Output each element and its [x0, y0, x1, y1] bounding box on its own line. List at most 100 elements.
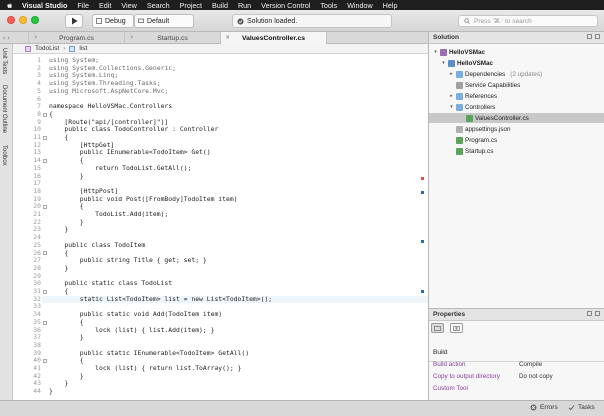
- solution-tree-item[interactable]: ▾ HelloVSMac: [429, 47, 604, 57]
- solution-tree-item[interactable]: Service Capabilities: [429, 80, 604, 90]
- tab-label: ValuesController.cs: [241, 34, 306, 42]
- line-number: 44: [33, 387, 41, 396]
- configuration-selector[interactable]: Debug: [92, 14, 134, 28]
- fold-toggle-icon[interactable]: [43, 289, 47, 294]
- solution-tree-item[interactable]: ▾ Controllers: [429, 102, 604, 112]
- unit-tests-pad-tab[interactable]: Unit Tests: [1, 48, 7, 74]
- code-line[interactable]: static List<TodoItem> list = new List<To…: [49, 295, 272, 304]
- tree-item-label: appsettings.json: [465, 125, 511, 133]
- fold-toggle-icon[interactable]: [43, 158, 47, 163]
- expander-icon[interactable]: ▾: [441, 60, 446, 66]
- tab-startup-cs[interactable]: × Startup.cs: [124, 32, 220, 44]
- code-editor[interactable]: 1 using System; 2 using System.Collections.…: [13, 54, 428, 400]
- play-icon: [71, 17, 77, 25]
- forward-arrow-icon[interactable]: ›: [7, 35, 9, 42]
- menu-project[interactable]: Project: [180, 1, 202, 10]
- code-line[interactable]: namespace HelloVSMac.Controllers: [49, 102, 172, 111]
- close-tab-icon[interactable]: ×: [34, 35, 38, 41]
- minimize-window-button[interactable]: [19, 16, 27, 24]
- pad-options-icon[interactable]: [587, 34, 592, 39]
- status-bar: Errors Tasks: [0, 400, 604, 416]
- menu-run[interactable]: Run: [238, 1, 251, 10]
- breadcrumb-class[interactable]: TodoList: [35, 45, 59, 52]
- fold-toggle-icon[interactable]: [43, 251, 47, 256]
- menu-view[interactable]: View: [121, 1, 136, 10]
- code-line[interactable]: public class TodoController : Controller: [49, 126, 218, 134]
- fold-toggle-icon[interactable]: [43, 359, 47, 364]
- tasks-pad-button[interactable]: Tasks: [568, 404, 595, 411]
- fold-toggle-icon[interactable]: [43, 205, 47, 210]
- field-icon: [69, 45, 76, 52]
- breadcrumb-member[interactable]: list: [79, 45, 87, 52]
- change-marker: [421, 177, 424, 180]
- change-marker: [421, 191, 424, 194]
- breadcrumb-separator: ›: [63, 45, 66, 52]
- menu-edit[interactable]: Edit: [99, 1, 111, 10]
- pad-close-icon[interactable]: [595, 34, 600, 39]
- expander-icon[interactable]: ▸: [449, 93, 454, 99]
- change-marker: [421, 290, 424, 293]
- expander-icon[interactable]: ▾: [449, 104, 454, 110]
- tab-valuescontroller-cs[interactable]: × ValuesController.cs: [220, 32, 326, 44]
- property-row[interactable]: Custom Tool: [433, 385, 601, 395]
- search-icon: [464, 18, 470, 24]
- properties-view-button[interactable]: [431, 323, 444, 333]
- fold-toggle-icon[interactable]: [43, 112, 47, 117]
- configuration-label: Debug: [105, 17, 126, 25]
- code-line[interactable]: }: [49, 226, 68, 234]
- code-line[interactable]: }: [49, 172, 84, 181]
- property-value[interactable]: Do not copy: [519, 373, 553, 380]
- close-tab-icon[interactable]: ×: [226, 35, 230, 41]
- apple-icon[interactable]: [6, 2, 13, 9]
- property-row[interactable]: Build action Compile: [433, 361, 601, 371]
- categories-view-button[interactable]: [450, 323, 463, 333]
- solution-tree-item[interactable]: Program.cs: [429, 135, 604, 145]
- fold-toggle-icon[interactable]: [43, 135, 47, 140]
- tab-program-cs[interactable]: × Program.cs: [28, 32, 124, 44]
- error-icon: [530, 404, 537, 411]
- menu-tools[interactable]: Tools: [320, 1, 337, 10]
- menu-version-control[interactable]: Version Control: [261, 1, 310, 10]
- cs-file-icon: [466, 114, 473, 122]
- zoom-window-button[interactable]: [31, 16, 39, 24]
- property-row[interactable]: Copy to output directory Do not copy: [433, 373, 601, 383]
- toolbox-pad-tab[interactable]: Toolbox: [1, 145, 7, 166]
- solution-tree-item[interactable]: ▸ Dependencies (2 updates): [429, 69, 604, 79]
- menu-app-name[interactable]: Visual Studio: [22, 1, 67, 10]
- menu-build[interactable]: Build: [212, 1, 228, 10]
- status-text: Solution loaded.: [247, 17, 298, 25]
- solution-tree-item[interactable]: ▾ HelloVSMac: [429, 58, 604, 68]
- close-tab-icon[interactable]: ×: [130, 35, 134, 41]
- menu-help[interactable]: Help: [383, 1, 398, 10]
- expander-icon[interactable]: ▸: [449, 71, 454, 77]
- toolbar: Debug Default Solution loaded. Press '⌘.…: [0, 10, 604, 32]
- target-label: Default: [147, 17, 170, 25]
- fold-toggle-icon[interactable]: [43, 320, 47, 325]
- solution-tree-item[interactable]: ▸ References: [429, 91, 604, 101]
- menu-window[interactable]: Window: [347, 1, 373, 10]
- pad-close-icon[interactable]: [595, 311, 600, 316]
- solution-tree-item[interactable]: appsettings.json: [429, 124, 604, 134]
- pad-options-icon[interactable]: [587, 311, 592, 316]
- document-outline-pad-tab[interactable]: Document Outline: [1, 85, 7, 133]
- tree-item-label: References: [465, 92, 498, 100]
- menu-file[interactable]: File: [77, 1, 89, 10]
- expander-icon[interactable]: ▾: [433, 49, 438, 55]
- close-window-button[interactable]: [7, 16, 15, 24]
- code-line[interactable]: using Microsoft.AspNetCore.Mvc;: [49, 87, 168, 96]
- code-line[interactable]: }: [49, 264, 68, 273]
- target-selector[interactable]: Default: [134, 14, 194, 28]
- search-input[interactable]: Press '⌘.' to search: [458, 15, 598, 27]
- configuration-icon: [96, 18, 102, 24]
- code-line[interactable]: }: [49, 333, 84, 342]
- menu-search[interactable]: Search: [147, 1, 170, 10]
- solution-tree-item[interactable]: ValuesController.cs: [429, 113, 604, 123]
- back-arrow-icon[interactable]: ‹: [3, 35, 5, 42]
- errors-label: Errors: [540, 404, 558, 411]
- property-value[interactable]: Compile: [519, 361, 542, 368]
- solution-tree-item[interactable]: Startup.cs: [429, 146, 604, 156]
- run-button[interactable]: [65, 14, 83, 28]
- code-line[interactable]: public string Title { get; set; }: [49, 256, 207, 265]
- errors-pad-button[interactable]: Errors: [530, 404, 558, 411]
- code-line[interactable]: }: [49, 387, 53, 396]
